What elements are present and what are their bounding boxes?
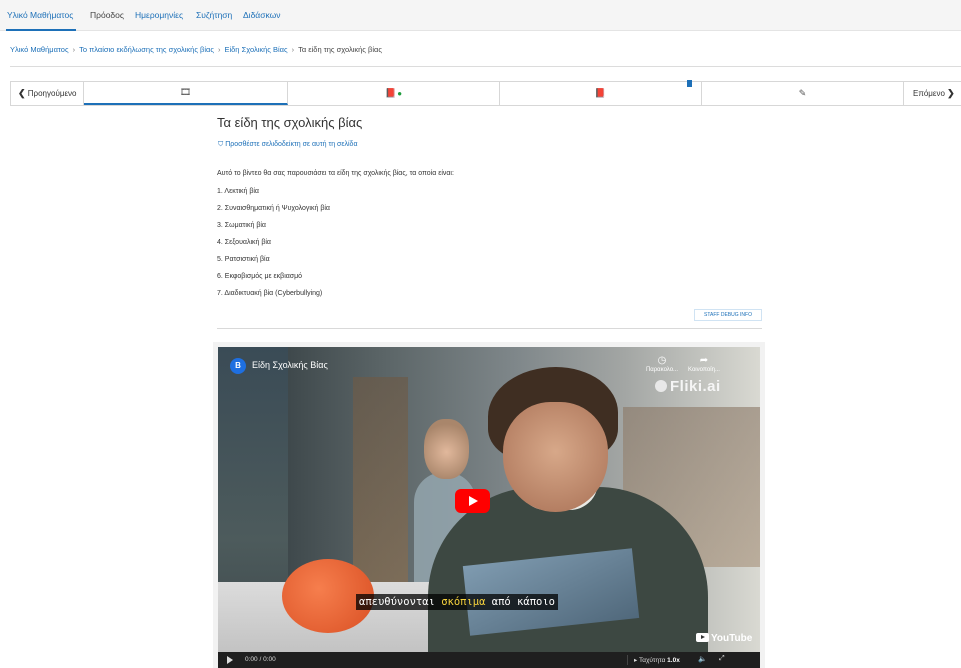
tab-dates[interactable]: Ημερομηνίες	[135, 10, 183, 20]
list-item: 2. Συναισθηματική ή Ψυχολογική βία	[217, 205, 330, 212]
video-icon: 🎞	[179, 87, 192, 97]
bookmark-outline-icon: ⛉	[218, 141, 224, 148]
watch-later-label: Παρακολο...	[645, 367, 679, 373]
watch-later-button[interactable]: ◷ Παρακολο...	[645, 355, 679, 373]
video-subtitle: απευθύνονται σκόπιμα από κάποιο	[356, 594, 558, 610]
time-display: 0:00 / 0:00	[245, 656, 276, 663]
youtube-logo[interactable]: YouTube	[696, 633, 752, 644]
youtube-logo-text: YouTube	[711, 633, 753, 644]
chevron-left-icon: ❮	[18, 88, 26, 98]
sequence-navigation: ❮ Προηγούμενο 🎞 📕 ● 📕 ✎ Επόμενο ❯	[10, 80, 961, 106]
youtube-icon	[696, 633, 709, 642]
violence-types-list: 1. Λεκτική βία 2. Συναισθηματική ή Ψυχολ…	[217, 187, 330, 306]
share-icon: ➦	[699, 355, 709, 366]
play-button[interactable]	[455, 489, 490, 513]
previous-button[interactable]: ❮ Προηγούμενο	[11, 82, 84, 105]
bookmark-label: Προσθέστε σελιδοδείκτη σε αυτή τη σελίδα	[225, 141, 358, 148]
fliki-logo-icon	[655, 380, 667, 392]
breadcrumb-separator: ›	[291, 45, 295, 54]
list-item: 7. Διαδικτυακή βία (Cyberbullying)	[217, 290, 323, 297]
share-button[interactable]: ➦ Κοινοποίη...	[687, 355, 721, 373]
book-icon: 📕	[594, 88, 607, 98]
tab-instructor[interactable]: Διδάσκων	[243, 10, 281, 20]
breadcrumb-subsection[interactable]: Είδη Σχολικής Βίας	[224, 45, 287, 54]
watermark-text: Fliki.ai	[670, 378, 721, 395]
subtitle-text: απευθύνονται	[359, 596, 442, 608]
breadcrumb-separator: ›	[217, 45, 221, 54]
tab-course-material[interactable]: Υλικό Μαθήματος	[7, 10, 73, 20]
breadcrumb-course-material[interactable]: Υλικό Μαθήματος	[10, 45, 69, 54]
fullscreen-icon[interactable]: ⤢	[719, 655, 725, 663]
subtitle-highlight: σκόπιμα	[441, 596, 486, 608]
sequence-unit-assignment[interactable]: ✎	[702, 82, 904, 105]
bookmark-icon	[687, 80, 692, 87]
list-item: 3. Σωματική βία	[217, 222, 266, 229]
breadcrumb-current: Τα είδη της σχολικής βίας	[298, 45, 382, 54]
fliki-watermark: Fliki.ai	[655, 378, 721, 395]
list-item: 6. Εκφοβισμός με εκβιασμό	[217, 273, 303, 280]
speed-value: 1.0x	[667, 657, 680, 664]
divider	[627, 655, 628, 665]
channel-avatar[interactable]: Β	[230, 358, 246, 374]
divider	[10, 66, 961, 67]
intro-text: Αυτό το βίντεο θα σας παρουσιάσει τα είδ…	[217, 170, 454, 177]
video-title[interactable]: Είδη Σχολικής Βίας	[252, 360, 328, 370]
sequence-unit-reading-completed[interactable]: 📕 ●	[288, 82, 500, 105]
breadcrumb: Υλικό Μαθήματος › Το πλαίσιο εκδήλωσης της…	[10, 45, 382, 54]
next-button[interactable]: Επόμενο ❯	[903, 82, 961, 105]
previous-label: Προηγούμενο	[27, 89, 77, 98]
breadcrumb-separator: ›	[72, 45, 76, 54]
volume-icon[interactable]: 🔈	[698, 655, 707, 663]
check-circle-icon: ●	[397, 89, 403, 98]
list-item: 5. Ρατσιστική βία	[217, 256, 270, 263]
list-item: 4. Σεξουαλική βία	[217, 239, 271, 246]
video-controls: 0:00 / 0:00 ▸ Ταχύτητα 1.0x 🔈 ⤢	[218, 652, 760, 668]
course-tabs-bar: Υλικό Μαθήματος Πρόοδος Ημερομηνίες Συζή…	[0, 0, 961, 31]
book-icon: 📕	[384, 88, 397, 98]
active-tab-indicator	[6, 29, 76, 31]
video-thumbnail-figure	[424, 419, 469, 479]
sequence-unit-reading[interactable]: 📕	[500, 80, 702, 105]
speed-label: Ταχύτητα	[638, 657, 666, 664]
clock-icon: ◷	[657, 355, 667, 366]
edit-icon: ✎	[798, 88, 807, 98]
staff-debug-info-button[interactable]: STAFF DEBUG INFO	[694, 309, 762, 321]
chevron-right-icon: ❯	[947, 88, 955, 98]
divider	[217, 328, 762, 329]
speed-button[interactable]: ▸ Ταχύτητα 1.0x	[634, 656, 680, 664]
sequence-unit-video[interactable]: 🎞	[84, 82, 288, 105]
unit-content: Τα είδη της σχολικής βίας ⛉ Προσθέστε σε…	[217, 115, 762, 329]
add-bookmark-button[interactable]: ⛉ Προσθέστε σελιδοδείκτη σε αυτή τη σελί…	[218, 141, 358, 149]
youtube-video-player[interactable]: Β Είδη Σχολικής Βίας ◷ Παρακολο... ➦ Κοι…	[218, 347, 760, 668]
subtitle-text: από κάποιο	[485, 596, 555, 608]
tab-progress[interactable]: Πρόοδος	[90, 10, 124, 20]
share-label: Κοινοποίη...	[688, 367, 720, 373]
video-thumbnail-shelf	[353, 377, 408, 597]
tab-discussion[interactable]: Συζήτηση	[196, 10, 232, 20]
video-thumbnail-figure	[503, 402, 608, 512]
unit-title: Τα είδη της σχολικής βίας	[217, 115, 363, 130]
play-icon[interactable]	[227, 656, 233, 664]
list-item: 1. Λεκτική βία	[217, 188, 259, 195]
next-label: Επόμενο	[913, 89, 945, 98]
breadcrumb-section[interactable]: Το πλαίσιο εκδήλωσης της σχολικής βίας	[79, 45, 214, 54]
